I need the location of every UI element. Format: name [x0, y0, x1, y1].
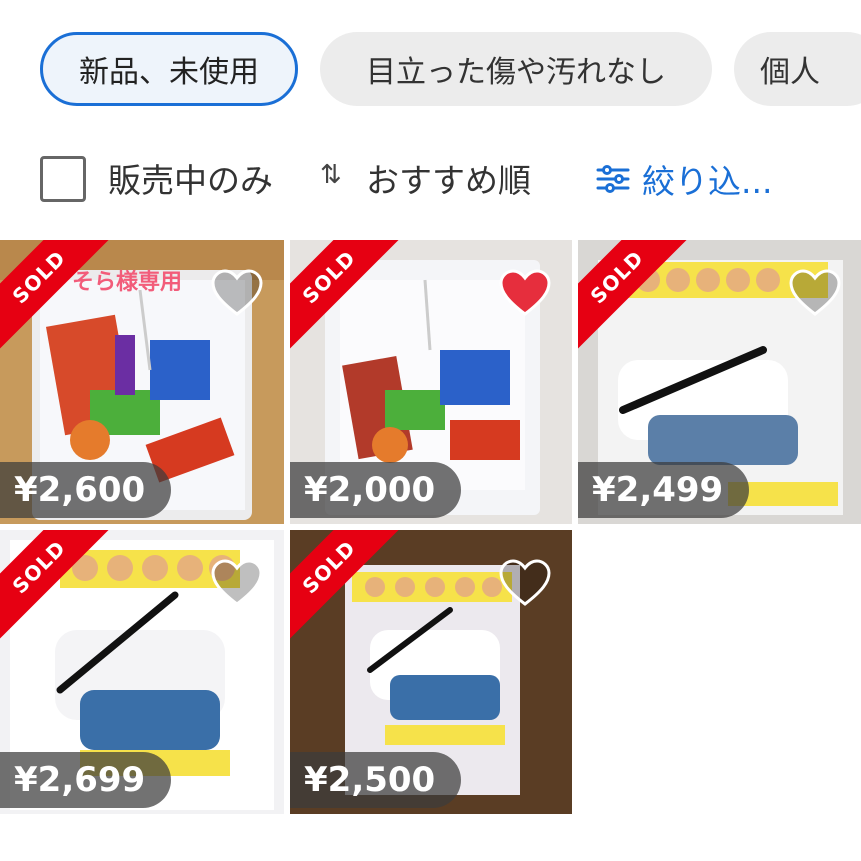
- product-card[interactable]: SOLD ¥2,499: [578, 240, 861, 524]
- chip-label: 目立った傷や汚れなし: [366, 55, 666, 90]
- price-tag: ¥2,499: [578, 462, 750, 518]
- on-sale-only-checkbox[interactable]: [40, 156, 86, 202]
- sort-icon[interactable]: ⇅: [320, 160, 342, 190]
- price-tag: ¥2,699: [0, 752, 172, 808]
- sort-order-button[interactable]: おすすめ順: [366, 154, 531, 202]
- reserved-note: そら様専用: [72, 270, 183, 295]
- chip-new-unused[interactable]: 新品、未使用: [40, 32, 298, 106]
- like-heart-icon[interactable]: [498, 558, 552, 608]
- product-card[interactable]: SOLD ¥2,000: [290, 240, 572, 524]
- product-card[interactable]: SOLD そら様専用 ¥2,600: [0, 240, 284, 524]
- like-heart-icon[interactable]: [210, 558, 264, 608]
- refine-button[interactable]: 絞り込...: [596, 154, 772, 204]
- price-tag: ¥2,000: [290, 462, 462, 518]
- product-card[interactable]: SOLD ¥2,500: [290, 530, 572, 814]
- chip-individual[interactable]: 個人: [734, 32, 861, 106]
- sliders-icon: [596, 165, 630, 193]
- chip-label: 新品、未使用: [79, 55, 259, 90]
- like-heart-icon[interactable]: [788, 268, 842, 318]
- price-tag: ¥2,500: [290, 752, 462, 808]
- product-grid: SOLD そら様専用 ¥2,600 SOLD ¥2,000 SOLD ¥2,49…: [0, 240, 861, 861]
- on-sale-only-label[interactable]: 販売中のみ: [108, 154, 273, 202]
- chip-no-visible-damage[interactable]: 目立った傷や汚れなし: [320, 32, 712, 106]
- refine-label: 絞り込...: [642, 162, 773, 201]
- chip-label: 個人: [760, 55, 820, 90]
- price-tag: ¥2,600: [0, 462, 172, 518]
- like-heart-icon[interactable]: [210, 268, 264, 318]
- condition-chip-row: 新品、未使用 目立った傷や汚れなし 個人: [0, 0, 861, 130]
- filter-sort-bar: 販売中のみ ⇅ おすすめ順 絞り込...: [0, 140, 861, 220]
- product-card[interactable]: SOLD ¥2,699: [0, 530, 284, 814]
- like-heart-icon[interactable]: [498, 268, 552, 318]
